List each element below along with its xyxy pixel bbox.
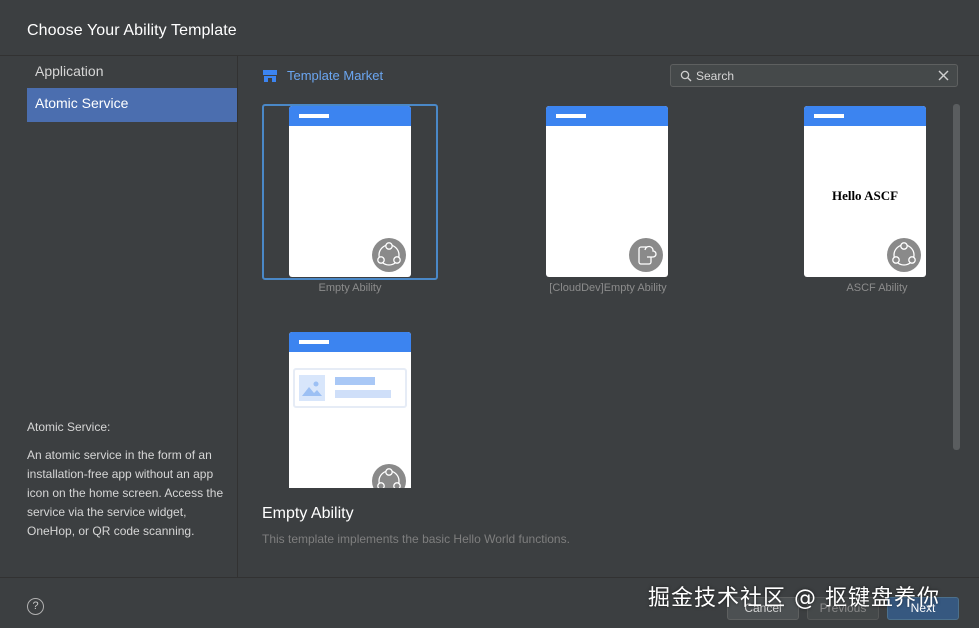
preview-text: Hello ASCF [831, 188, 899, 203]
template-card-list-ability[interactable] [238, 322, 462, 488]
preview-title-bar [289, 106, 411, 126]
template-card-clouddev-empty-ability[interactable]: [CloudDev]Empty Ability [496, 96, 720, 296]
search-icon [680, 70, 692, 82]
sidebar-item-application[interactable]: Application [27, 56, 237, 90]
template-preview: Hello ASCF [804, 106, 926, 277]
template-gallery: Empty Ability [CloudDev]Empty Ability He… [238, 96, 950, 488]
sidebar-item-label: Atomic Service [35, 95, 129, 111]
template-label: ASCF Ability [846, 282, 908, 294]
template-card-ascf-ability[interactable]: Hello ASCF ASCF Ability [753, 96, 950, 296]
preview-title-bar [804, 106, 926, 126]
search-input[interactable] [696, 67, 926, 84]
gallery-scrollbar[interactable] [953, 104, 960, 450]
template-detail-name: Empty Ability [262, 505, 354, 522]
dialog-title: Choose Your Ability Template [27, 22, 237, 39]
atomic-service-icon [372, 238, 406, 272]
description-title: Atomic Service: [27, 420, 111, 434]
template-preview [546, 106, 668, 277]
store-icon [263, 70, 277, 82]
atomic-service-icon [372, 464, 406, 488]
template-label: [CloudDev]Empty Ability [549, 282, 667, 294]
help-icon[interactable]: ? [27, 598, 44, 615]
template-preview [289, 106, 411, 277]
template-preview [289, 332, 411, 488]
template-market-title: Template Market [287, 68, 384, 83]
description-body: An atomic service in the form of an inst… [27, 448, 224, 538]
template-detail-description: This template implements the basic Hello… [262, 532, 570, 546]
template-card-empty-ability[interactable]: Empty Ability [238, 96, 462, 296]
preview-title-bar [289, 332, 411, 352]
image-icon [299, 375, 325, 401]
template-label: Empty Ability [318, 282, 382, 294]
preview-title-bar [546, 106, 668, 126]
search-box[interactable] [670, 64, 958, 87]
preview-list-item [293, 368, 407, 408]
cloud-device-icon [629, 238, 663, 272]
sidebar-item-label: Application [35, 63, 104, 79]
atomic-service-icon [887, 238, 921, 272]
close-icon[interactable] [938, 70, 949, 81]
divider [0, 577, 979, 578]
watermark: 掘金技术社区 @ 抠键盘养你 [648, 586, 940, 611]
sidebar-item-atomic-service[interactable]: Atomic Service [27, 88, 237, 122]
